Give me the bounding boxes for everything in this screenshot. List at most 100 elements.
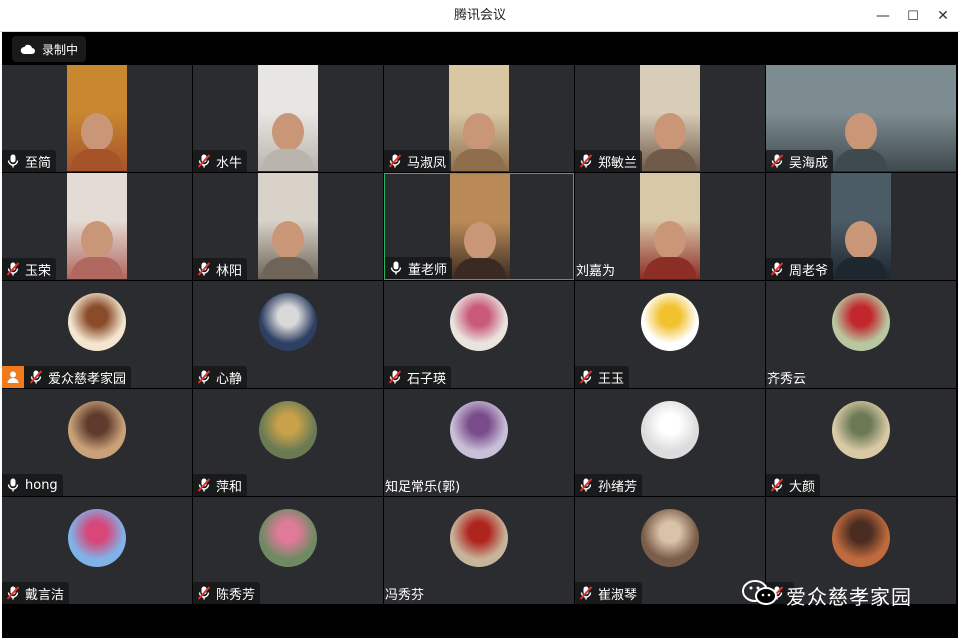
name-bar: 大颜 — [766, 474, 821, 496]
participant-video — [258, 173, 318, 279]
microphone-icon — [5, 153, 21, 169]
microphone-muted-icon — [387, 153, 403, 169]
name-bar: 戴言洁 — [2, 582, 70, 604]
name-bar: 陈秀芳 — [193, 582, 261, 604]
participant-video — [640, 173, 700, 279]
participant-tile[interactable]: 爱众慈孝家园 — [2, 281, 192, 388]
participant-name: 冯秀芬 — [385, 587, 425, 603]
microphone-muted-icon — [196, 261, 212, 277]
participant-tile[interactable]: 马淑凤 — [384, 65, 574, 172]
participant-tile[interactable]: 知足常乐(郭) — [384, 389, 574, 496]
avatar — [641, 293, 699, 351]
participant-tile[interactable]: 心静 — [193, 281, 383, 388]
avatar — [641, 509, 699, 567]
participant-name: 心静 — [216, 371, 243, 387]
participant-video — [450, 174, 510, 279]
participant-tile[interactable]: 陈秀芳 — [193, 497, 383, 604]
body-silhouette — [644, 149, 696, 171]
body-silhouette — [835, 257, 887, 279]
minimize-button[interactable]: — — [866, 0, 900, 32]
microphone-muted-icon — [578, 585, 594, 601]
participant-tile[interactable]: 大颜 — [766, 389, 956, 496]
body-silhouette — [262, 257, 314, 279]
name-bar: 郑敏兰 — [575, 150, 643, 172]
name-bar: 崔淑琴 — [575, 582, 643, 604]
name-bar: 心静 — [193, 366, 248, 388]
participant-video — [831, 173, 891, 279]
participant-tile[interactable]: 郑敏兰 — [575, 65, 765, 172]
participant-tile[interactable]: 戴言洁 — [2, 497, 192, 604]
participant-tile[interactable]: 崔淑琴 — [575, 497, 765, 604]
participant-tile[interactable]: 萍和 — [193, 389, 383, 496]
name-bar: 吴海成 — [766, 150, 834, 172]
microphone-icon — [388, 260, 404, 276]
name-bar: 石子瑛 — [384, 366, 452, 388]
cloud-icon — [20, 40, 36, 59]
microphone-muted-icon — [769, 153, 785, 169]
name-bar: 水牛 — [193, 150, 248, 172]
top-band — [2, 32, 958, 64]
body-silhouette — [644, 257, 696, 279]
participant-tile[interactable]: 林阳 — [193, 173, 383, 280]
avatar — [68, 293, 126, 351]
participant-name: 石子瑛 — [407, 371, 447, 387]
participant-name: 郑敏兰 — [598, 155, 638, 171]
participant-tile[interactable]: 齐秀云 — [766, 281, 956, 388]
face-silhouette — [463, 113, 495, 151]
body-silhouette — [453, 149, 505, 171]
body-silhouette — [262, 149, 314, 171]
participant-tile[interactable]: 吴海成 — [766, 65, 956, 172]
window-title: 腾讯会议 — [453, 8, 506, 23]
microphone-muted-icon — [196, 153, 212, 169]
name-bar: 知足常乐(郭) — [384, 474, 465, 496]
host-icon — [2, 366, 24, 388]
participant-name: 爱众慈孝家园 — [48, 371, 127, 387]
name-bar: 周老爷 — [766, 258, 834, 280]
participant-tile[interactable]: 水牛 — [193, 65, 383, 172]
body-silhouette — [454, 258, 506, 279]
face-silhouette — [845, 221, 877, 259]
watermark-text: 爱众慈孝家园 — [786, 584, 912, 609]
microphone-muted-icon — [769, 261, 785, 277]
participant-tile[interactable]: 至简 — [2, 65, 192, 172]
participant-tile[interactable]: 玉荣 — [2, 173, 192, 280]
participant-tile[interactable]: 董老师 — [384, 173, 574, 280]
participant-tile[interactable]: 刘嘉为 — [575, 173, 765, 280]
participant-tile[interactable]: hong — [2, 389, 192, 496]
name-bar: 玉荣 — [2, 258, 57, 280]
participant-name: 玉荣 — [25, 263, 52, 279]
avatar — [259, 293, 317, 351]
participant-video — [640, 65, 700, 171]
name-bar: 王玉 — [575, 366, 630, 388]
microphone-muted-icon — [28, 369, 44, 385]
microphone-muted-icon — [578, 369, 594, 385]
avatar — [832, 401, 890, 459]
name-bar: 林阳 — [193, 258, 248, 280]
participant-tile[interactable]: 王玉 — [575, 281, 765, 388]
participant-name: 周老爷 — [789, 263, 829, 279]
recording-indicator[interactable]: 录制中 — [12, 36, 87, 62]
participant-tile[interactable]: 孙绪芳 — [575, 389, 765, 496]
participant-name: 孙绪芳 — [598, 479, 638, 495]
microphone-muted-icon — [5, 585, 21, 601]
microphone-muted-icon — [196, 369, 212, 385]
participant-tile[interactable]: 冯秀芬 — [384, 497, 574, 604]
microphone-muted-icon — [196, 585, 212, 601]
participant-tile[interactable]: 石子瑛 — [384, 281, 574, 388]
microphone-muted-icon — [5, 261, 21, 277]
name-bar: 冯秀芬 — [384, 582, 429, 604]
participant-tile[interactable]: 周老爷 — [766, 173, 956, 280]
avatar — [450, 401, 508, 459]
participant-name: 董老师 — [408, 262, 448, 278]
name-bar: 萍和 — [193, 474, 248, 496]
name-bar: 马淑凤 — [384, 150, 452, 172]
avatar — [641, 401, 699, 459]
participant-video — [449, 65, 509, 171]
participant-name: 马淑凤 — [407, 155, 447, 171]
name-bar: 至简 — [2, 150, 57, 172]
maximize-button[interactable]: ☐ — [896, 0, 930, 32]
avatar — [832, 293, 890, 351]
name-bar: 董老师 — [385, 257, 453, 279]
wechat-icon — [740, 579, 780, 611]
close-button[interactable]: ✕ — [926, 0, 960, 32]
